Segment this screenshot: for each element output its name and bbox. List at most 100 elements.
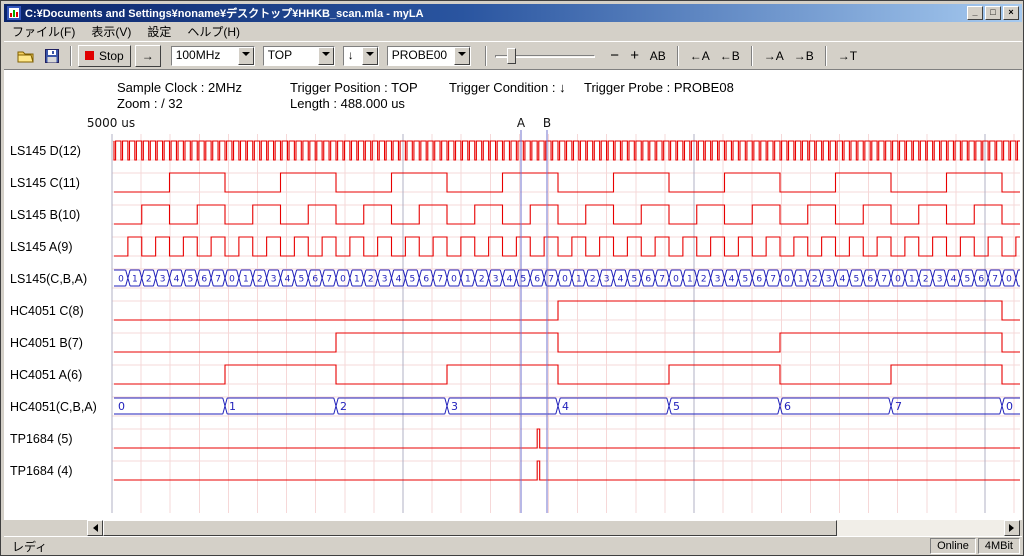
svg-text:1: 1 — [576, 275, 582, 285]
scroll-left-button[interactable] — [87, 520, 103, 536]
window-title: C:¥Documents and Settings¥noname¥デスクトップ¥… — [25, 5, 967, 21]
ab-range-button[interactable]: AB — [645, 45, 671, 67]
svg-text:4: 4 — [951, 275, 957, 285]
svg-text:2: 2 — [146, 275, 152, 285]
save-floppy-icon — [45, 49, 59, 63]
sample-clock-select[interactable]: 100MHz — [171, 46, 255, 66]
svg-text:0: 0 — [562, 275, 568, 285]
menu-help[interactable]: ヘルプ(H) — [179, 21, 248, 42]
svg-text:2: 2 — [590, 275, 596, 285]
svg-text:3: 3 — [826, 275, 832, 285]
svg-text:2: 2 — [812, 275, 818, 285]
open-button[interactable] — [12, 45, 40, 67]
svg-text:7: 7 — [437, 275, 443, 285]
svg-text:2: 2 — [701, 275, 707, 285]
stop-icon — [85, 51, 94, 60]
svg-text:5: 5 — [409, 275, 415, 285]
svg-text:5: 5 — [187, 275, 193, 285]
chevron-down-icon[interactable] — [238, 47, 254, 65]
svg-text:5: 5 — [742, 275, 748, 285]
grid — [112, 134, 1020, 513]
horizontal-scrollbar[interactable] — [4, 520, 1022, 536]
run-button[interactable]: → — [135, 45, 161, 67]
svg-text:6: 6 — [534, 275, 540, 285]
titlebar[interactable]: C:¥Documents and Settings¥noname¥デスクトップ¥… — [4, 4, 1022, 22]
svg-text:4: 4 — [618, 275, 624, 285]
goto-a-left-button[interactable]: ←A — [685, 45, 715, 67]
goto-trigger-button[interactable]: →T — [833, 45, 862, 67]
close-button[interactable]: × — [1003, 6, 1019, 20]
svg-text:1: 1 — [132, 275, 138, 285]
triangle-right-icon — [1009, 524, 1018, 532]
zoom-out-button[interactable]: − — [605, 45, 625, 67]
trigger-probe-select[interactable]: PROBE00 — [387, 46, 471, 66]
zoom-slider[interactable] — [495, 45, 595, 67]
status-online: Online — [930, 538, 976, 554]
svg-text:2: 2 — [340, 400, 347, 413]
goto-b-left-button[interactable]: ←B — [715, 45, 745, 67]
svg-text:1: 1 — [687, 275, 693, 285]
chevron-down-icon[interactable] — [362, 47, 378, 65]
toolbar: Stop → 100MHz TOP ↓ PROBE00 − + AB ←A ←B… — [4, 41, 1022, 70]
svg-text:6: 6 — [423, 275, 429, 285]
svg-text:6: 6 — [201, 275, 207, 285]
svg-text:1: 1 — [243, 275, 249, 285]
time-scale-label: 5000 us — [87, 116, 135, 130]
svg-text:4: 4 — [729, 275, 735, 285]
markers: AB — [517, 116, 551, 513]
svg-text:6: 6 — [867, 275, 873, 285]
toolbar-separator — [485, 46, 487, 66]
maximize-button[interactable]: □ — [985, 6, 1001, 20]
svg-text:3: 3 — [937, 275, 943, 285]
app-icon — [7, 6, 21, 20]
svg-text:3: 3 — [160, 275, 166, 285]
trigger-edge-select[interactable]: ↓ — [343, 46, 379, 66]
chevron-down-icon[interactable] — [318, 47, 334, 65]
goto-b-right-button[interactable]: →B — [789, 45, 819, 67]
toolbar-separator — [751, 46, 753, 66]
toolbar-separator — [70, 46, 72, 66]
svg-text:6: 6 — [784, 400, 791, 413]
bus-trace: 0123456701234567012345670123456701234567… — [114, 270, 1020, 286]
svg-text:1: 1 — [354, 275, 360, 285]
svg-text:0: 0 — [895, 275, 901, 285]
status-ready: レディ — [6, 538, 928, 555]
zoom-slider-thumb[interactable] — [507, 48, 516, 64]
svg-text:7: 7 — [881, 275, 887, 285]
goto-a-right-button[interactable]: →A — [759, 45, 789, 67]
svg-text:5: 5 — [964, 275, 970, 285]
svg-text:5: 5 — [673, 400, 680, 413]
save-button[interactable] — [40, 45, 64, 67]
svg-text:3: 3 — [271, 275, 277, 285]
menu-settings[interactable]: 設定 — [139, 21, 179, 42]
svg-text:3: 3 — [715, 275, 721, 285]
zoom-in-button[interactable]: + — [625, 45, 645, 67]
svg-text:6: 6 — [312, 275, 318, 285]
svg-text:3: 3 — [493, 275, 499, 285]
svg-text:0: 0 — [229, 275, 235, 285]
scroll-right-button[interactable] — [1004, 520, 1020, 536]
svg-text:4: 4 — [285, 275, 291, 285]
menu-file[interactable]: ファイル(F) — [4, 21, 83, 42]
svg-text:7: 7 — [548, 275, 554, 285]
svg-text:1: 1 — [909, 275, 915, 285]
svg-text:5: 5 — [853, 275, 859, 285]
minimize-button[interactable]: _ — [967, 6, 983, 20]
svg-text:4: 4 — [396, 275, 402, 285]
statusbar: レディ Online 4MBit — [4, 536, 1022, 555]
marker-b-label: B — [543, 116, 551, 130]
waveform-client: Sample Clock : 2MHz Trigger Position : T… — [4, 70, 1022, 520]
open-folder-icon — [17, 49, 35, 63]
svg-text:3: 3 — [382, 275, 388, 285]
chevron-down-icon[interactable] — [454, 47, 470, 65]
svg-text:4: 4 — [562, 400, 569, 413]
scrollbar-thumb[interactable] — [103, 520, 837, 536]
svg-text:6: 6 — [978, 275, 984, 285]
stop-button[interactable]: Stop — [78, 45, 131, 67]
trigger-position-select[interactable]: TOP — [263, 46, 335, 66]
svg-text:7: 7 — [326, 275, 332, 285]
menu-view[interactable]: 表示(V) — [83, 21, 139, 42]
svg-text:7: 7 — [770, 275, 776, 285]
svg-text:7: 7 — [895, 400, 902, 413]
waveform-svg: 5000 us012345670123456701234567012345670… — [4, 70, 1020, 520]
